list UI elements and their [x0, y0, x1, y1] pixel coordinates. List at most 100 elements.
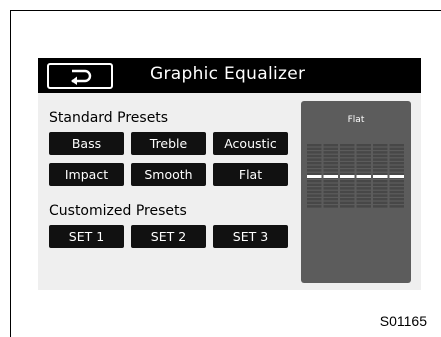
- eq-band-segment: [356, 151, 371, 154]
- customized-presets-label: Customized Presets: [49, 203, 187, 219]
- preset-smooth-button[interactable]: Smooth: [131, 163, 206, 186]
- eq-band-level-marker: [356, 175, 371, 178]
- eq-band-segment: [356, 194, 371, 197]
- eq-band-segment: [373, 205, 388, 208]
- preset-treble-button[interactable]: Treble: [131, 132, 206, 155]
- eq-band-4: [356, 144, 371, 208]
- eq-band-segment: [323, 158, 338, 161]
- preset-acoustic-button[interactable]: Acoustic: [213, 132, 288, 155]
- eq-band-segment: [373, 144, 388, 147]
- eq-band-segment: [340, 144, 355, 147]
- eq-band-segment: [340, 162, 355, 165]
- eq-band-segment: [389, 158, 404, 161]
- eq-band-segment: [307, 194, 322, 197]
- eq-band-level-marker: [373, 175, 388, 178]
- eq-band-segment: [389, 194, 404, 197]
- eq-band-segment: [389, 154, 404, 158]
- eq-band-level-marker: [389, 175, 404, 178]
- eq-band-segment: [323, 194, 338, 197]
- screen-title: Graphic Equalizer: [150, 64, 306, 84]
- eq-band-segment: [307, 151, 322, 154]
- eq-band-segment: [307, 147, 322, 150]
- eq-band-segment: [356, 169, 371, 172]
- eq-band-segment: [340, 180, 355, 183]
- eq-band-segment: [356, 154, 371, 158]
- eq-band-segment: [323, 162, 338, 165]
- eq-band-segment: [356, 162, 371, 165]
- eq-preview-panel: Flat: [301, 101, 411, 283]
- eq-band-segment: [323, 169, 338, 172]
- eq-band-segment: [340, 151, 355, 154]
- eq-band-segment: [340, 165, 355, 168]
- eq-band-segment: [356, 198, 371, 201]
- eq-band-segment: [307, 154, 322, 158]
- eq-band-segment: [389, 169, 404, 172]
- eq-band-1: [307, 144, 322, 208]
- eq-band-segment: [307, 190, 322, 194]
- eq-band-level-marker: [307, 175, 322, 178]
- eq-band-segment: [373, 190, 388, 194]
- custom-set-3-button[interactable]: SET 3: [213, 225, 288, 248]
- eq-band-segment: [307, 201, 322, 204]
- eq-band-segment: [323, 205, 338, 208]
- eq-band-segment: [356, 205, 371, 208]
- eq-band-segment: [389, 144, 404, 147]
- title-bar: Graphic Equalizer: [38, 58, 421, 93]
- eq-band-segment: [340, 183, 355, 186]
- eq-band-display: [307, 144, 404, 208]
- return-arrow-icon: [71, 69, 92, 85]
- eq-band-segment: [340, 187, 355, 190]
- eq-band-6: [389, 144, 404, 208]
- eq-band-segment: [373, 158, 388, 161]
- eq-band-segment: [389, 165, 404, 168]
- back-button[interactable]: [47, 63, 113, 89]
- eq-band-level-marker: [340, 175, 355, 178]
- eq-band-segment: [373, 169, 388, 172]
- eq-band-segment: [323, 190, 338, 194]
- eq-band-segment: [389, 187, 404, 190]
- equalizer-screen: Graphic Equalizer Standard Presets Bass …: [38, 58, 421, 290]
- preset-impact-button[interactable]: Impact: [49, 163, 124, 186]
- eq-band-segment: [307, 187, 322, 190]
- eq-band-segment: [389, 147, 404, 150]
- eq-band-segment: [389, 172, 404, 176]
- eq-band-segment: [373, 151, 388, 154]
- eq-band-segment: [373, 201, 388, 204]
- eq-band-segment: [356, 165, 371, 168]
- eq-band-segment: [307, 198, 322, 201]
- eq-band-segment: [307, 172, 322, 176]
- eq-band-segment: [356, 172, 371, 176]
- eq-band-segment: [323, 198, 338, 201]
- eq-band-segment: [389, 198, 404, 201]
- eq-band-segment: [356, 147, 371, 150]
- eq-band-segment: [307, 205, 322, 208]
- eq-band-segment: [389, 201, 404, 204]
- eq-band-segment: [373, 198, 388, 201]
- eq-band-segment: [323, 201, 338, 204]
- eq-band-segment: [307, 162, 322, 165]
- eq-band-segment: [373, 165, 388, 168]
- eq-band-segment: [389, 190, 404, 194]
- eq-band-level-marker: [323, 175, 338, 178]
- preset-bass-button[interactable]: Bass: [49, 132, 124, 155]
- eq-band-segment: [373, 154, 388, 158]
- eq-band-2: [323, 144, 338, 208]
- eq-band-segment: [323, 154, 338, 158]
- eq-band-segment: [307, 158, 322, 161]
- frame-left-border: [10, 10, 11, 337]
- eq-band-segment: [389, 151, 404, 154]
- eq-band-segment: [323, 144, 338, 147]
- eq-band-segment: [356, 190, 371, 194]
- eq-band-3: [340, 144, 355, 208]
- eq-band-segment: [340, 205, 355, 208]
- eq-band-segment: [373, 187, 388, 190]
- eq-band-segment: [356, 183, 371, 186]
- preset-flat-button[interactable]: Flat: [213, 163, 288, 186]
- custom-set-2-button[interactable]: SET 2: [131, 225, 206, 248]
- eq-band-segment: [373, 147, 388, 150]
- eq-band-segment: [323, 151, 338, 154]
- eq-band-segment: [323, 187, 338, 190]
- eq-band-segment: [373, 172, 388, 176]
- custom-set-1-button[interactable]: SET 1: [49, 225, 124, 248]
- eq-band-segment: [373, 162, 388, 165]
